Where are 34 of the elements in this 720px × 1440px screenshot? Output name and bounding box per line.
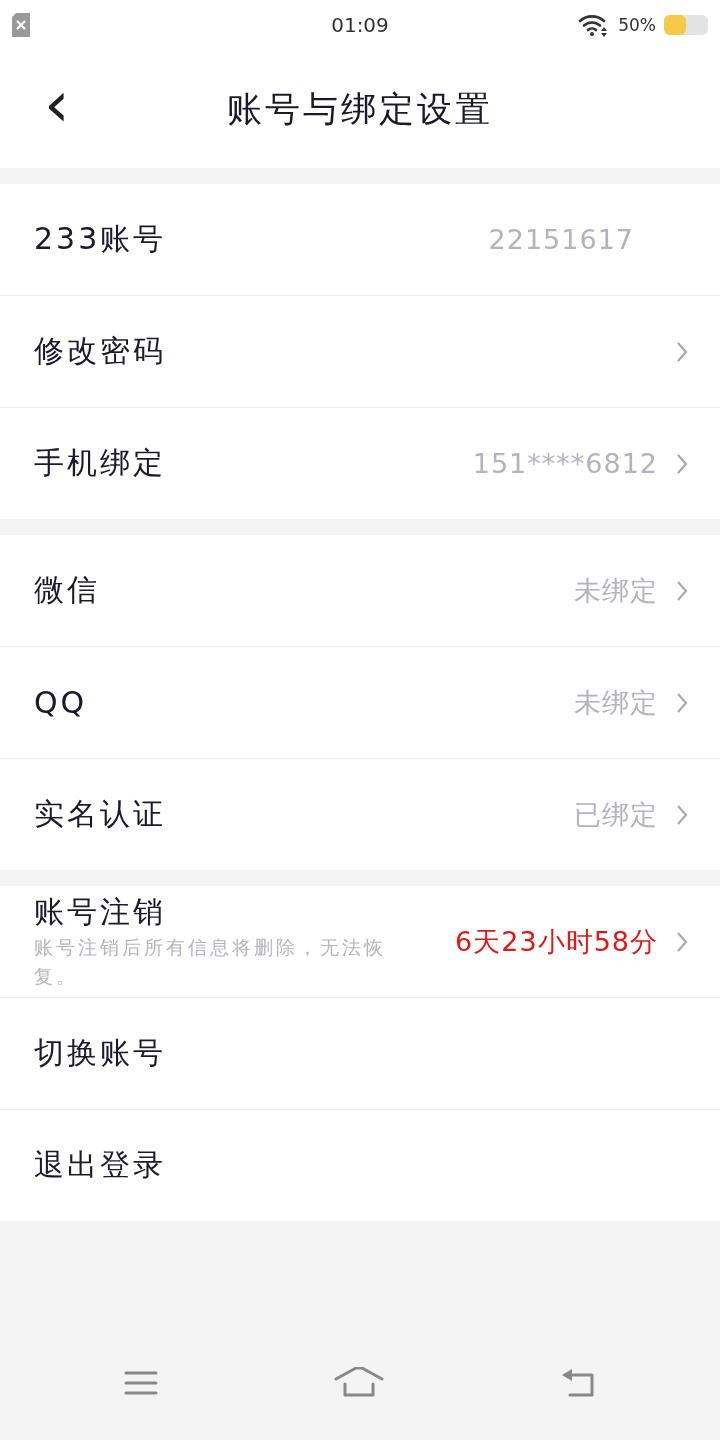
battery-icon	[664, 15, 708, 35]
row-label: 233账号	[34, 220, 168, 258]
row-value: 未绑定	[574, 685, 658, 720]
clock: 01:09	[331, 13, 389, 37]
settings-row[interactable]: 微信 未绑定	[0, 535, 720, 647]
settings-row[interactable]: 233账号 22151617	[0, 184, 720, 296]
sim-card-icon	[12, 13, 30, 37]
home-icon[interactable]	[334, 1367, 384, 1399]
row-label: 切换账号	[34, 1034, 167, 1072]
row-value: 151****6812	[472, 448, 658, 479]
settings-row[interactable]: QQ 未绑定	[0, 647, 720, 759]
row-value: 已绑定	[574, 797, 658, 832]
settings-row[interactable]: 退出登录	[0, 1110, 720, 1221]
back-icon[interactable]	[560, 1368, 596, 1398]
settings-row[interactable]: 账号注销 账号注销后所有信息将删除，无法恢复。 6天23小时58分	[0, 886, 720, 998]
row-label: 微信	[34, 571, 101, 609]
row-label: QQ	[34, 685, 89, 720]
back-button[interactable]: ‹	[36, 72, 78, 146]
settings-row[interactable]: 实名认证 已绑定	[0, 759, 720, 870]
row-value: 22151617	[488, 224, 634, 255]
battery-percent: 50%	[618, 15, 656, 35]
menu-icon[interactable]	[124, 1370, 158, 1396]
row-label: 实名认证	[34, 795, 167, 833]
settings-row[interactable]: 修改密码	[0, 296, 720, 408]
row-label: 修改密码	[34, 332, 167, 370]
row-label: 手机绑定	[34, 444, 167, 482]
row-label: 退出登录	[34, 1146, 167, 1184]
row-label: 账号注销	[34, 893, 167, 931]
settings-row[interactable]: 手机绑定 151****6812	[0, 408, 720, 519]
row-value: 未绑定	[574, 573, 658, 608]
row-description: 账号注销后所有信息将删除，无法恢复。	[34, 935, 387, 989]
settings-row[interactable]: 切换账号	[0, 998, 720, 1110]
page-title: 账号与绑定设置	[227, 87, 493, 131]
row-value: 6天23小时58分	[455, 924, 658, 959]
